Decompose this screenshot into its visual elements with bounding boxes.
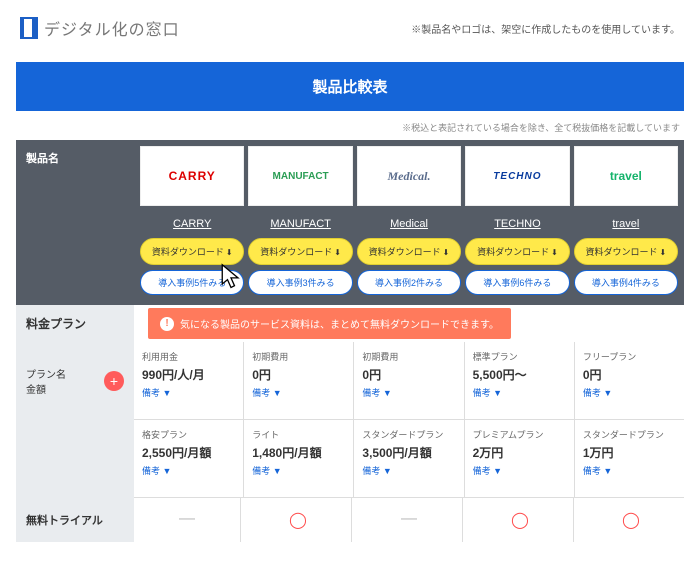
remark-link[interactable]: 備考 ▼ [583, 386, 676, 399]
plan-price: 990円/人/月 [142, 366, 235, 383]
plan-title: 初期費用 [252, 350, 345, 363]
page-header: デジタル化の窓口 ※製品名やロゴは、架空に作成したものを使用しています。 [0, 0, 700, 56]
plan-price: 0円 [583, 366, 676, 383]
plan-price: 2,550円/月額 [142, 444, 235, 461]
door-icon [20, 17, 38, 39]
section-product-label: 製品名 [16, 140, 134, 305]
plan-price: 1万円 [583, 444, 676, 461]
plan-price: 3,500円/月額 [362, 444, 455, 461]
product-link[interactable]: Medical [357, 214, 461, 238]
product-link[interactable]: TECHNO [465, 214, 569, 238]
plan-price: 2万円 [473, 444, 566, 461]
download-button[interactable]: 資料ダウンロード⬇ [357, 238, 461, 265]
cases-button[interactable]: 導入事例2件みる [357, 270, 461, 295]
plan-price: 0円 [362, 366, 455, 383]
logo-text: デジタル化の窓口 [44, 16, 180, 40]
download-icon: ⬇ [659, 248, 666, 257]
plan-price: 0円 [252, 366, 345, 383]
trial-value: — [356, 498, 463, 542]
plan-title: 初期費用 [362, 350, 455, 363]
remark-link[interactable]: 備考 ▼ [583, 464, 676, 477]
product-logo: TECHNO [465, 146, 569, 206]
page-title: 製品比較表 [16, 62, 684, 111]
download-icon: ⬇ [334, 248, 341, 257]
remark-link[interactable]: 備考 ▼ [142, 386, 235, 399]
section-price-label: 料金プラン [16, 305, 134, 342]
plan-price: 5,500円〜 [473, 366, 566, 383]
remark-link[interactable]: 備考 ▼ [362, 386, 455, 399]
section-trial-label: 無料トライアル [16, 498, 134, 542]
remark-link[interactable]: 備考 ▼ [473, 464, 566, 477]
cases-button[interactable]: 導入事例3件みる [248, 270, 352, 295]
trial-value: ◯ [245, 498, 352, 542]
site-logo[interactable]: デジタル化の窓口 [20, 16, 180, 40]
plan-label-2: 金額 [26, 381, 66, 396]
remark-link[interactable]: 備考 ▼ [473, 386, 566, 399]
cases-button[interactable]: 導入事例6件みる [465, 270, 569, 295]
download-alert: ! 気になる製品のサービス資料は、まとめて無料ダウンロードできます。 [148, 308, 511, 339]
download-icon: ⬇ [443, 248, 450, 257]
trial-value: — [134, 498, 241, 542]
product-logo: CARRY [140, 146, 244, 206]
plan-title: 格安プラン [142, 428, 235, 441]
download-button[interactable]: 資料ダウンロード⬇ [140, 238, 244, 265]
price-note: ※税込と表記されている場合を除き、全て税抜価格を記載しています [0, 117, 700, 140]
remark-link[interactable]: 備考 ▼ [252, 464, 345, 477]
plan-title: スタンダードプラン [362, 428, 455, 441]
download-icon: ⬇ [226, 248, 233, 257]
plan-row-2-label [16, 420, 134, 498]
remark-link[interactable]: 備考 ▼ [142, 464, 235, 477]
plan-title: フリープラン [583, 350, 676, 363]
plan-price: 1,480円/月額 [252, 444, 345, 461]
product-link[interactable]: CARRY [140, 214, 244, 238]
download-button[interactable]: 資料ダウンロード⬇ [248, 238, 352, 265]
cases-button[interactable]: 導入事例4件みる [574, 270, 678, 295]
download-button[interactable]: 資料ダウンロード⬇ [465, 238, 569, 265]
download-button[interactable]: 資料ダウンロード⬇ [574, 238, 678, 265]
product-logo: MANUFACT [248, 146, 352, 206]
plan-label-1: プラン名 [26, 366, 66, 381]
plan-title: 標準プラン [473, 350, 566, 363]
plan-title: プレミアムプラン [473, 428, 566, 441]
alert-text: 気になる製品のサービス資料は、まとめて無料ダウンロードできます。 [180, 316, 499, 331]
product-link[interactable]: MANUFACT [248, 214, 352, 238]
plan-title: 利用用金 [142, 350, 235, 363]
download-icon: ⬇ [551, 248, 558, 257]
plan-title: ライト [252, 428, 345, 441]
plan-title: スタンダードプラン [583, 428, 676, 441]
product-logo: Medical. [357, 146, 461, 206]
alert-icon: ! [160, 317, 174, 331]
cases-button[interactable]: 導入事例5件みる [140, 270, 244, 295]
remark-link[interactable]: 備考 ▼ [362, 464, 455, 477]
product-link[interactable]: travel [574, 214, 678, 238]
remark-link[interactable]: 備考 ▼ [252, 386, 345, 399]
trial-value: ◯ [467, 498, 574, 542]
product-logo: travel [574, 146, 678, 206]
logo-disclaimer: ※製品名やロゴは、架空に作成したものを使用しています。 [411, 21, 680, 36]
plan-name-label: プラン名 金額 + [16, 342, 134, 420]
expand-plans-button[interactable]: + [104, 371, 124, 391]
trial-value: ◯ [578, 498, 684, 542]
